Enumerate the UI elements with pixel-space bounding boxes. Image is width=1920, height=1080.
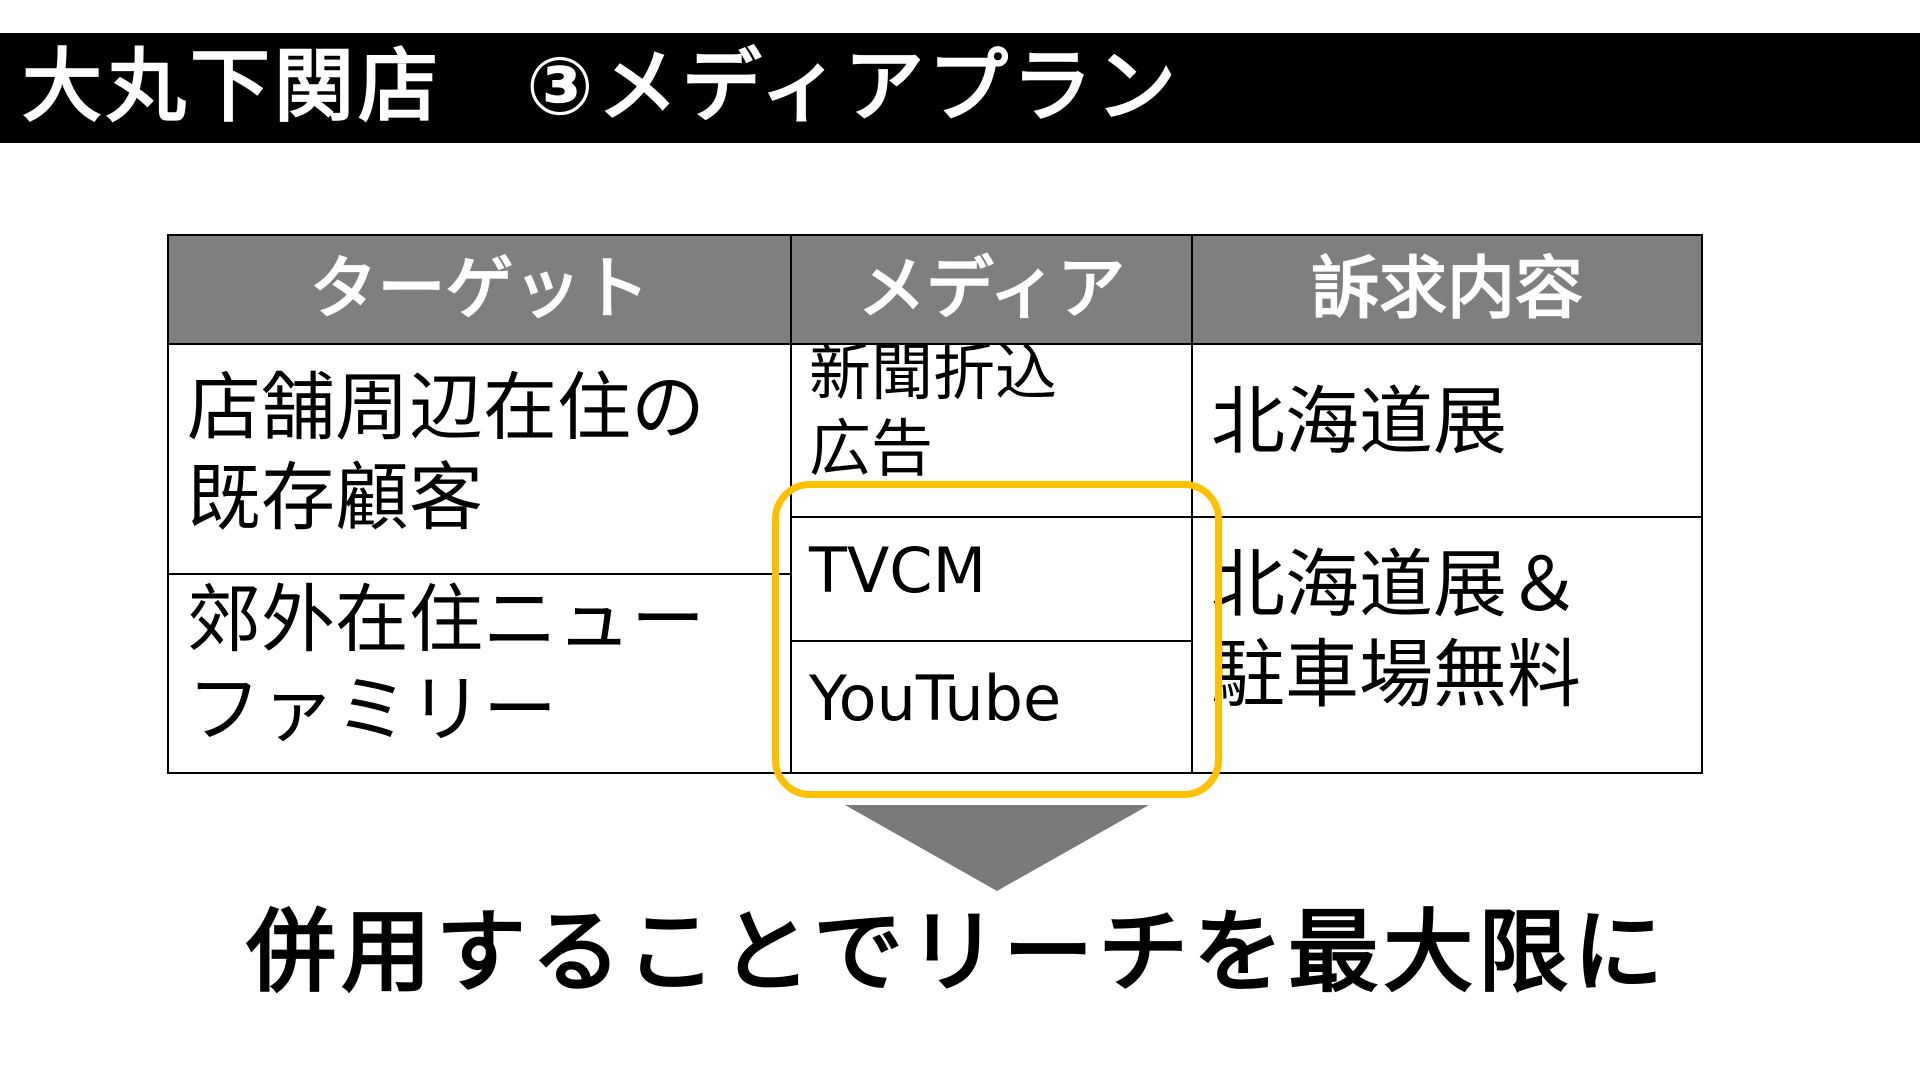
header-media-label: メディア xyxy=(857,249,1126,329)
target-cell-new-families: 郊外在住ニュー ファミリー xyxy=(167,573,792,774)
target-line: 郊外在住ニュー xyxy=(187,577,705,663)
header-appeal-label: 訴求内容 xyxy=(1310,249,1583,329)
appeal-cell-hokkaido-fair-parking: 北海道展＆ 駐車場無料 xyxy=(1191,516,1703,774)
target-line: ファミリー xyxy=(187,667,557,753)
target-line: 既存顧客 xyxy=(187,455,483,541)
header-target: ターゲット xyxy=(167,234,792,345)
newspaper-text-clip: 新聞折込 広告 xyxy=(792,345,1191,483)
appeal-line: 北海道展＆ xyxy=(1211,542,1581,628)
header-appeal: 訴求内容 xyxy=(1191,234,1703,345)
slide-title: 大丸下関店 ③メディアプラン xyxy=(22,40,1181,133)
title-bar: 大丸下関店 ③メディアプラン xyxy=(0,33,1920,143)
appeal-cell-hokkaido-fair: 北海道展 xyxy=(1191,343,1703,518)
media-line: 新聞折込 xyxy=(809,345,1058,409)
target-line: 店舗周辺在住の xyxy=(187,365,705,451)
highlight-box xyxy=(772,481,1222,798)
media-line: 広告 xyxy=(809,412,934,483)
header-media: メディア xyxy=(790,234,1193,345)
appeal-line: 北海道展 xyxy=(1211,379,1507,465)
appeal-line: 駐車場無料 xyxy=(1211,632,1581,718)
down-arrow-icon xyxy=(845,805,1149,891)
target-cell-existing-customers: 店舗周辺在住の 既存顧客 xyxy=(167,343,792,575)
header-target-label: ターゲット xyxy=(309,249,650,329)
conclusion-text: 併用することでリーチを最大限に xyxy=(246,900,1669,1005)
